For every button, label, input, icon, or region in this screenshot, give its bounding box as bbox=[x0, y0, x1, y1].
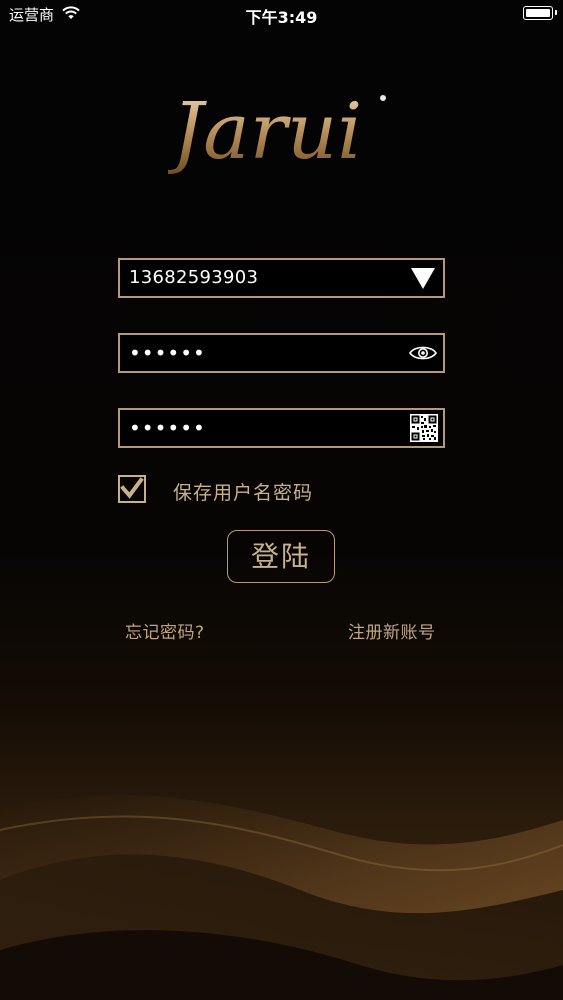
verification-value: •••••• bbox=[129, 416, 206, 440]
password-value: •••••• bbox=[129, 341, 206, 365]
login-button[interactable]: 登陆 bbox=[227, 530, 335, 583]
status-bar: 运营商 下午3:49 bbox=[0, 0, 563, 30]
decorative-waves bbox=[0, 795, 563, 1000]
remember-credentials[interactable]: 保存用户名密码 bbox=[118, 474, 358, 506]
clock: 下午3:49 bbox=[245, 8, 318, 27]
verification-field[interactable]: •••••• bbox=[118, 408, 445, 448]
username-value: 13682593903 bbox=[129, 267, 259, 288]
forgot-password-link[interactable]: 忘记密码? bbox=[125, 618, 205, 643]
checkbox-checked-icon[interactable] bbox=[118, 475, 146, 503]
username-field[interactable]: 13682593903 bbox=[118, 258, 445, 298]
battery-icon bbox=[523, 6, 557, 20]
brand-logo: Jarui bbox=[168, 87, 386, 177]
chevron-down-icon[interactable] bbox=[410, 266, 436, 290]
svg-text:Jarui: Jarui bbox=[168, 87, 362, 177]
password-field[interactable]: •••••• bbox=[118, 333, 445, 373]
eye-icon[interactable] bbox=[409, 344, 437, 362]
battery-level bbox=[526, 9, 550, 17]
qr-code-icon[interactable] bbox=[410, 414, 438, 442]
register-link[interactable]: 注册新账号 bbox=[348, 618, 436, 643]
remember-label: 保存用户名密码 bbox=[173, 482, 314, 504]
